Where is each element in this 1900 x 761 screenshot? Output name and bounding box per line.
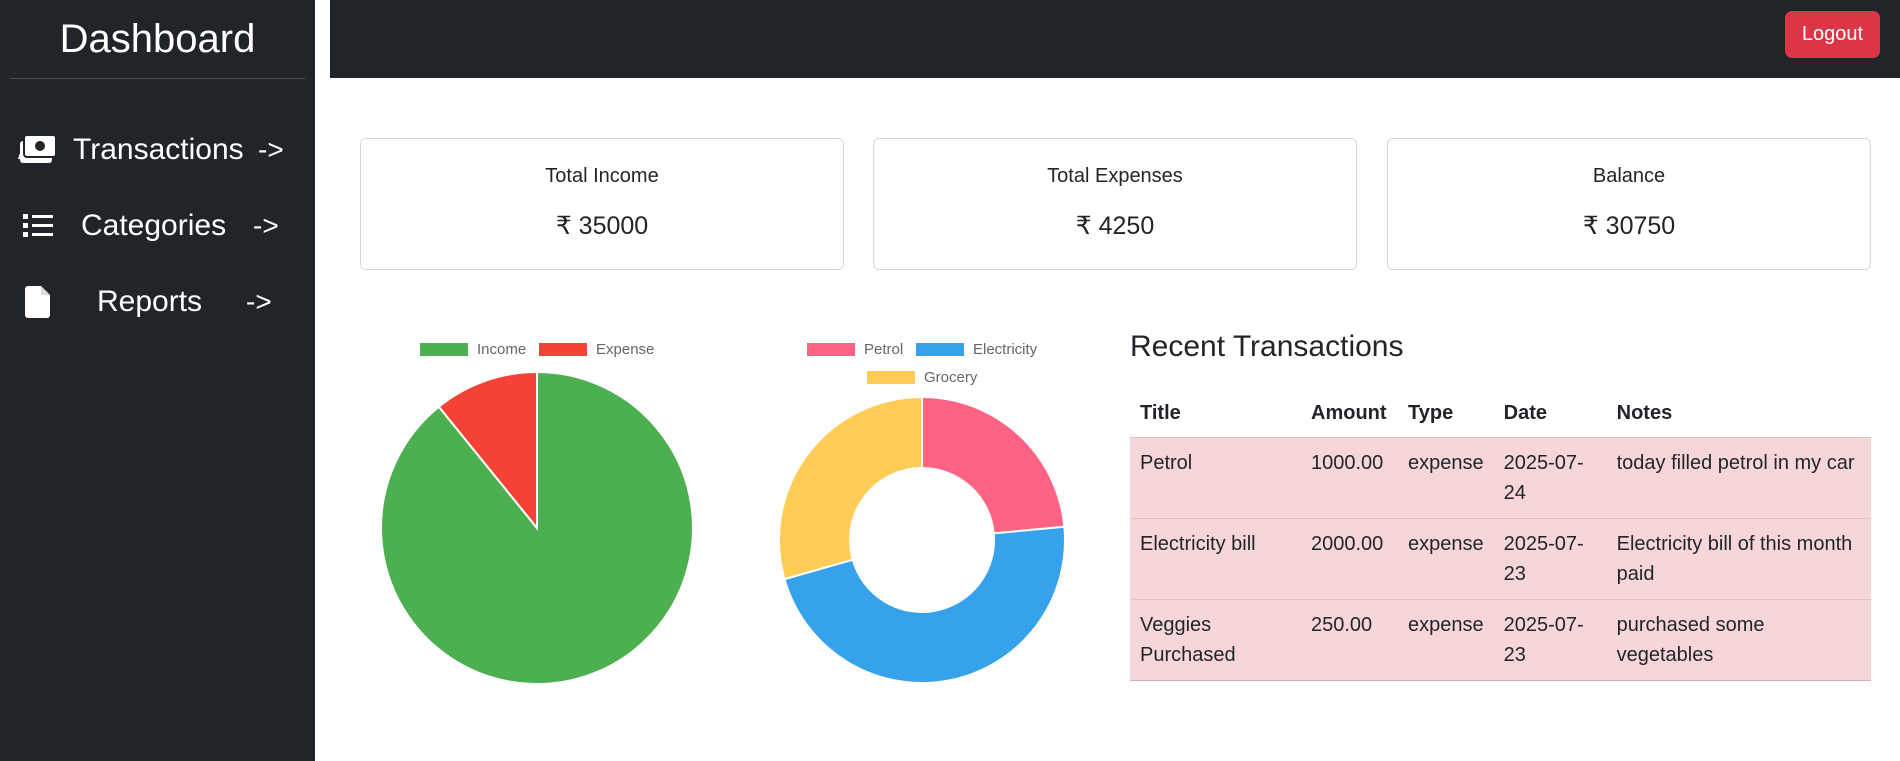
card-title: Total Expenses [1047,165,1183,187]
slice-petrol[interactable] [921,395,1066,535]
sidebar-item-label: Categories [81,209,227,242]
card-value: ₹ 35000 [555,212,649,240]
sidebar-item-reports[interactable]: Reports -> [0,272,315,332]
legend-label: Petrol [864,341,904,358]
cell-type: expense [1398,517,1494,599]
sidebar-brand: Dashboard [10,0,305,79]
cell-notes: today filled petrol in my car [1606,436,1871,518]
sidebar-item-label: Reports [97,285,203,318]
legend-swatch [916,343,964,356]
slice-expense[interactable] [437,370,538,531]
logout-button[interactable]: Logout [1785,11,1880,58]
cell-amount: 2000.00 [1301,517,1398,599]
cell-date: 2025-07-23 [1493,517,1607,599]
slice-income[interactable] [380,370,694,685]
sidebar-item-categories[interactable]: Categories -> [0,196,315,256]
table-row[interactable]: Petrol 1000.00 expense 2025-07-24 today … [1130,436,1871,518]
sidebar-item-arrow: -> [246,286,272,317]
total-income-card: Total Income ₹ 35000 [360,138,844,270]
slice-grocery[interactable] [778,395,923,581]
legend-label: Expense [596,341,655,358]
legend-label: Grocery [924,369,978,386]
cell-title: Veggies Purchased [1130,598,1301,681]
sidebar-item-arrow: -> [253,210,279,241]
table-row[interactable]: Veggies Purchased 250.00 expense 2025-07… [1130,598,1871,681]
cell-amount: 250.00 [1301,598,1398,681]
cell-title: Electricity bill [1130,517,1301,599]
table-row[interactable]: Electricity bill 2000.00 expense 2025-07… [1130,517,1871,599]
card-value: ₹ 30750 [1582,212,1676,240]
slice-electricity[interactable] [783,525,1066,684]
legend-swatch [807,343,855,356]
legend-label: Electricity [973,341,1038,358]
sidebar-item-arrow: -> [258,134,284,165]
cell-notes: Electricity bill of this month paid [1606,517,1871,599]
legend-item-petrol[interactable]: Petrol [807,341,903,358]
sidebar-item-transactions[interactable]: Transactions -> [0,120,315,180]
balance-card: Balance ₹ 30750 [1387,138,1871,270]
table-header-row: Title Amount Type Date Notes [1130,390,1871,437]
legend-swatch [420,343,468,356]
legend-swatch [539,343,587,356]
card-value: ₹ 4250 [1075,212,1155,240]
cell-date: 2025-07-23 [1493,598,1607,681]
legend-item-grocery[interactable]: Grocery [867,369,977,386]
money-bill-icon [18,130,58,170]
cell-notes: purchased some vegetables [1606,598,1871,681]
legend-item-expense[interactable]: Expense [539,341,654,358]
legend-swatch [867,371,915,384]
column-header: Notes [1616,401,1673,424]
list-icon [18,206,58,246]
column-header: Amount [1311,401,1387,424]
column-header: Date [1503,401,1547,424]
cell-type: expense [1398,436,1494,518]
column-header: Type [1408,401,1454,424]
card-title: Total Income [545,165,659,187]
legend-item-income[interactable]: Income [420,341,526,358]
cell-type: expense [1398,598,1494,681]
legend-item-electricity[interactable]: Electricity [916,341,1037,358]
cell-title: Petrol [1130,436,1301,518]
transactions-table: Title Amount Type Date Notes Petrol 1000… [1130,390,1871,681]
total-expenses-card: Total Expenses ₹ 4250 [873,138,1357,270]
card-title: Balance [1592,165,1666,187]
cell-date: 2025-07-24 [1493,436,1607,518]
file-icon [18,282,58,322]
column-header: Title [1140,401,1181,424]
recent-transactions-title: Recent Transactions [1130,330,1404,363]
sidebar-item-label: Transactions [73,133,244,166]
sidebar: Dashboard Transactions -> Categories -> … [0,0,315,761]
legend-label: Income [477,341,527,358]
top-navbar: Logout [330,0,1900,78]
cell-amount: 1000.00 [1301,436,1398,518]
